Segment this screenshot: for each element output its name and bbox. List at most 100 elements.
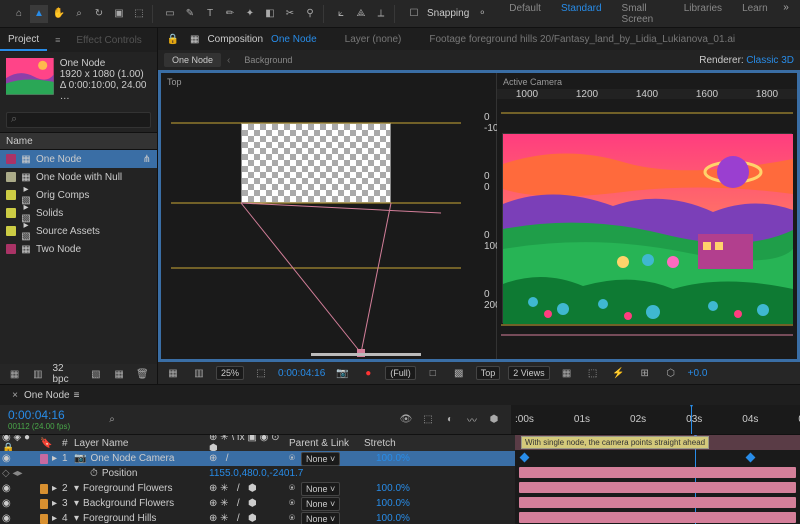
asset-header-name[interactable]: Name (6, 136, 33, 147)
layer-row[interactable]: ◉ ▸ 4 ▾Foreground Hills ⊕ ✳ / ⬢ ⍟ None ˅… (0, 511, 515, 524)
camera-wireframe[interactable] (161, 73, 496, 359)
flow-tab-active[interactable]: One Node (164, 53, 221, 67)
roto-tool-icon[interactable]: ✂ (281, 5, 299, 23)
bpc-icon[interactable]: ▥ (29, 365, 46, 383)
footage-panel-label[interactable]: Footage foreground hills 20/Fantasy_land… (429, 34, 735, 45)
track-row[interactable] (515, 510, 800, 524)
motion-blur-icon[interactable]: ◐ (441, 411, 459, 429)
transparency-icon[interactable]: ▩ (450, 364, 468, 382)
visibility-icon[interactable]: ◉ (2, 498, 11, 509)
visibility-icon[interactable]: ◉ (2, 483, 11, 494)
views-count[interactable]: 2 Views (508, 366, 549, 380)
channel-red-icon[interactable]: ● (359, 364, 377, 382)
parent-dropdown[interactable]: None ˅ (301, 452, 340, 466)
axis-world-icon[interactable]: ⟁ (352, 5, 370, 23)
draft-3d-icon[interactable]: ⬢ (485, 411, 503, 429)
parent-dropdown[interactable]: None ˅ (301, 512, 340, 524)
layer-panel-label[interactable]: Layer (none) (345, 34, 402, 45)
frame-blend-icon[interactable]: ⬚ (419, 411, 437, 429)
asset-row[interactable]: ▦One Node⋔ (0, 150, 157, 168)
property-row[interactable]: ◇ ◂▸⏱ Position1155.0,480.0,-2401.7 (0, 466, 515, 481)
home-icon[interactable]: ⌂ (10, 5, 28, 23)
pixel-aspect-icon[interactable]: ⬚ (584, 364, 602, 382)
workspace-default[interactable]: Default (501, 0, 549, 29)
viewer-timecode[interactable]: 0:00:04:16 (278, 368, 325, 379)
snapping-options-icon[interactable]: ⚬ (473, 5, 491, 23)
timeline-tab[interactable]: One Node (24, 390, 70, 401)
fast-preview-icon[interactable]: ⚡ (610, 364, 628, 382)
workspace-libraries[interactable]: Libraries (676, 0, 730, 29)
asset-row[interactable]: ▸ ▧Source Assets (0, 222, 157, 240)
search-layers-icon[interactable]: ⌕ (103, 411, 121, 429)
graph-icon[interactable]: 〰 (463, 411, 481, 429)
brush-tool-icon[interactable]: ✏ (221, 5, 239, 23)
stretch-value[interactable]: 100.0% (374, 498, 424, 509)
workspace-small[interactable]: Small Screen (614, 0, 672, 29)
orbit-tool-icon[interactable]: ↻ (90, 5, 108, 23)
timeline-close-icon[interactable]: × (6, 386, 24, 404)
stretch-value[interactable]: 100.0% (374, 513, 424, 524)
asset-row[interactable]: ▦Two Node (0, 240, 157, 258)
roi-icon[interactable]: □ (424, 364, 442, 382)
guides-icon[interactable]: ▥ (190, 364, 208, 382)
flowchart-icon[interactable]: ⬡ (662, 364, 680, 382)
view-options-icon[interactable]: ▦ (558, 364, 576, 382)
new-comp-icon[interactable]: ▦ (111, 365, 128, 383)
comp-name-link[interactable]: One Node (271, 34, 317, 45)
time-ruler[interactable]: :00s01s02s03s04s05s06s07s (511, 405, 800, 434)
rect-tool-icon[interactable]: ▭ (161, 5, 179, 23)
search-help-icon[interactable]: ⌕ (796, 0, 800, 17)
track-row[interactable] (515, 495, 800, 510)
track-row[interactable] (515, 450, 800, 465)
renderer-value[interactable]: Classic 3D (746, 55, 794, 66)
flow-tab-other[interactable]: Background (236, 53, 300, 67)
shy-icon[interactable]: 👁 (397, 411, 415, 429)
comp-preview[interactable] (502, 133, 792, 323)
eraser-tool-icon[interactable]: ◧ (261, 5, 279, 23)
pan-behind-icon[interactable]: ⬚ (130, 5, 148, 23)
type-tool-icon[interactable]: T (201, 5, 219, 23)
track-row[interactable]: With single node, the camera points stra… (515, 435, 800, 450)
exposure-value[interactable]: +0.0 (688, 368, 708, 379)
timeline-icon[interactable]: ⊞ (636, 364, 654, 382)
top-view[interactable]: Top 0 -1000 00 1000 200 (161, 73, 497, 359)
layer-row[interactable]: ◉ ▸ 2 ▾Foreground Flowers ⊕ ✳ / ⬢ ⍟ None… (0, 481, 515, 496)
visibility-icon[interactable]: ◉ (2, 453, 11, 464)
snapshot-icon[interactable]: 📷 (333, 364, 351, 382)
workspace-learn[interactable]: Learn (734, 0, 776, 29)
layer-row[interactable]: ◉ ▸ 1 📷One Node Camera ⊕ / ⍟ None ˅ 100.… (0, 451, 515, 466)
new-folder-icon[interactable]: ▧ (87, 365, 104, 383)
effect-controls-tab[interactable]: Effect Controls (68, 31, 149, 50)
playhead[interactable] (691, 405, 692, 434)
pen-tool-icon[interactable]: ✎ (181, 5, 199, 23)
clone-tool-icon[interactable]: ✦ (241, 5, 259, 23)
stretch-value[interactable]: 100.0% (374, 453, 424, 464)
axis-view-icon[interactable]: ⟂ (372, 5, 390, 23)
current-timecode[interactable]: 0:00:04:16 (8, 408, 87, 422)
zoom-tool-icon[interactable]: ⌕ (70, 5, 88, 23)
selection-tool-icon[interactable]: ▲ (30, 5, 48, 23)
grid-icon[interactable]: ▦ (164, 364, 182, 382)
workspace-standard[interactable]: Standard (553, 0, 610, 29)
interpret-footage-icon[interactable]: ▦ (6, 365, 23, 383)
visibility-icon[interactable]: ◉ (2, 513, 11, 524)
parent-dropdown[interactable]: None ˅ (301, 482, 340, 496)
axis-local-icon[interactable]: ⟀ (332, 5, 350, 23)
puppet-tool-icon[interactable]: ⚲ (301, 5, 319, 23)
active-camera-view[interactable]: Active Camera 10001200140016001800 (497, 73, 797, 359)
hand-tool-icon[interactable]: ✋ (50, 5, 68, 23)
trash-icon[interactable]: 🗑 (134, 365, 151, 383)
parent-dropdown[interactable]: None ˅ (301, 497, 340, 511)
zoom-dropdown[interactable]: 25% (216, 366, 244, 380)
camera-tool-icon[interactable]: ▣ (110, 5, 128, 23)
layer-row[interactable]: ◉ ▸ 3 ▾Background Flowers ⊕ ✳ / ⬢ ⍟ None… (0, 496, 515, 511)
view-select[interactable]: Top (476, 366, 501, 380)
project-tab[interactable]: Project (0, 30, 47, 51)
lock-icon[interactable]: 🔒 (164, 30, 182, 48)
resolution-dropdown[interactable]: (Full) (385, 366, 416, 380)
workspace-overflow-icon[interactable]: » (780, 0, 793, 17)
search-input[interactable] (6, 112, 151, 128)
layer-marker[interactable]: With single node, the camera points stra… (521, 436, 709, 449)
track-row[interactable] (515, 465, 800, 480)
track-row[interactable] (515, 480, 800, 495)
